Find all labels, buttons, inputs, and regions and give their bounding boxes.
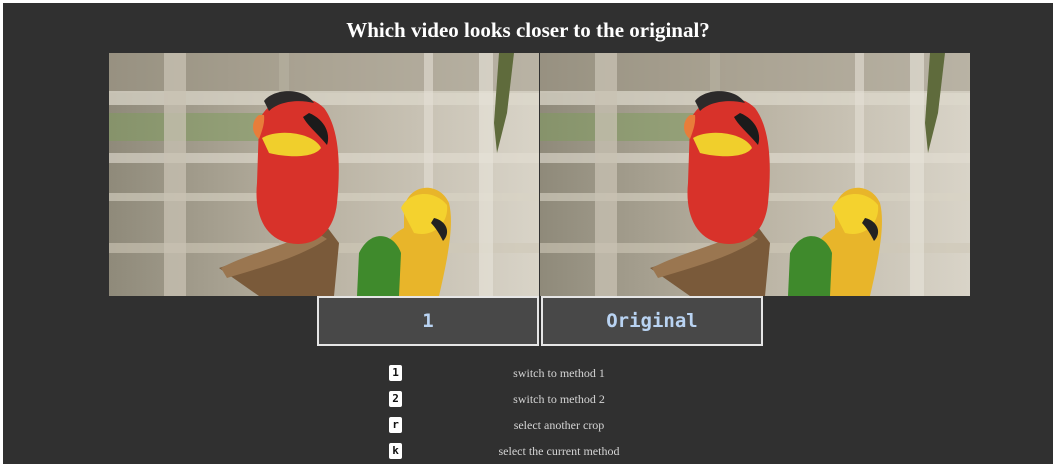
key-badge: k bbox=[389, 443, 402, 459]
parrots-frame-left bbox=[109, 53, 539, 296]
key-badge: 1 bbox=[389, 365, 402, 381]
key-badge: 2 bbox=[389, 391, 402, 407]
shortcut-description: switch to method 1 bbox=[513, 366, 605, 380]
video-method-1[interactable] bbox=[109, 53, 539, 296]
method-label-left[interactable]: 1 bbox=[317, 296, 539, 346]
video-original[interactable] bbox=[540, 53, 970, 296]
shortcut-row: 2 switch to method 2 bbox=[389, 390, 729, 410]
method-label-right[interactable]: Original bbox=[541, 296, 763, 346]
key-badge: r bbox=[389, 417, 402, 433]
parrots-frame-right bbox=[540, 53, 970, 296]
shortcut-row: k select the current method bbox=[389, 442, 729, 462]
shortcut-row: 1 switch to method 1 bbox=[389, 364, 729, 384]
page-title: Which video looks closer to the original… bbox=[346, 18, 710, 42]
shortcut-description: switch to method 2 bbox=[513, 392, 605, 406]
shortcut-row: r select another crop bbox=[389, 416, 729, 436]
shortcut-description: select another crop bbox=[513, 418, 605, 432]
comparison-panel: Which video looks closer to the original… bbox=[3, 3, 1053, 464]
shortcut-description: select the current method bbox=[498, 444, 620, 458]
